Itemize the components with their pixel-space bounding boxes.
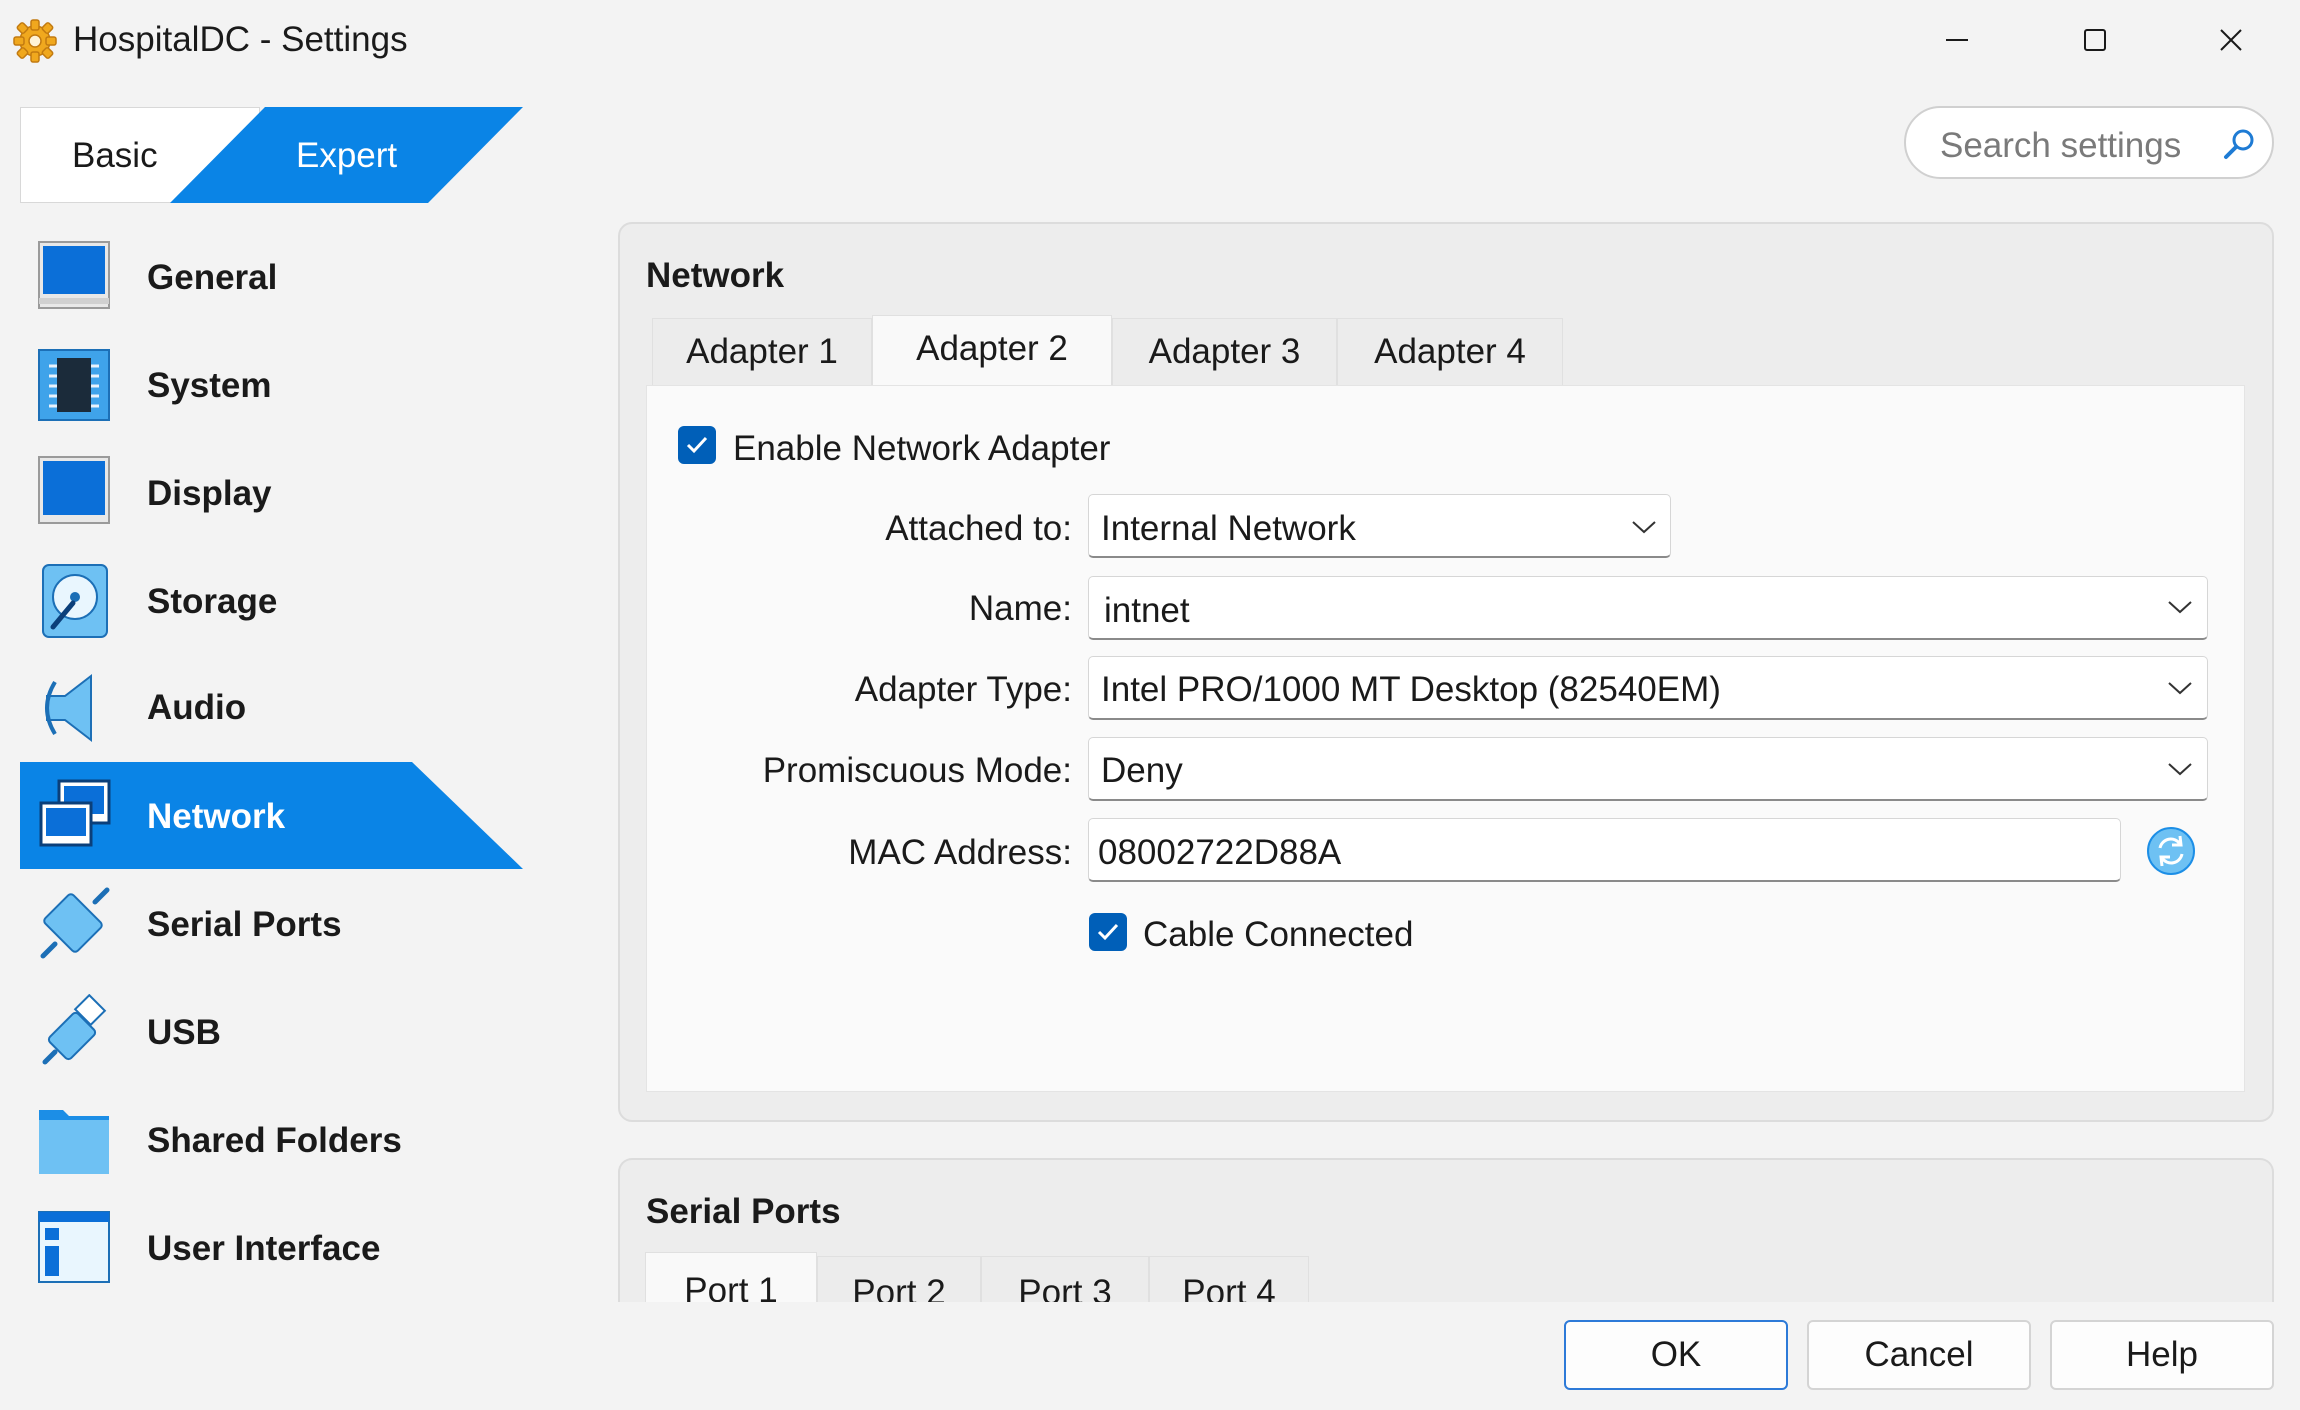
adapter-type-label: Adapter Type: xyxy=(854,670,1072,709)
sidebar-item-label: Storage xyxy=(147,582,278,621)
folder-icon xyxy=(39,1110,109,1174)
close-button[interactable] xyxy=(2162,0,2300,80)
display-icon xyxy=(38,456,110,524)
tab-adapter-2[interactable]: Adapter 2 xyxy=(872,315,1112,386)
minimize-icon xyxy=(1946,39,1968,41)
chevron-down-icon xyxy=(1632,521,1656,534)
help-button[interactable]: Help xyxy=(2050,1320,2274,1390)
chevron-down-icon xyxy=(2168,601,2192,614)
search-icon[interactable] xyxy=(2222,126,2258,162)
tab-adapter-3[interactable]: Adapter 3 xyxy=(1112,318,1337,386)
sidebar-item-label: Audio xyxy=(147,688,247,727)
cable-connected-label: Cable Connected xyxy=(1143,915,1414,954)
chevron-down-icon xyxy=(2168,763,2192,776)
sidebar-item-label: General xyxy=(147,258,278,297)
mac-address-label: MAC Address: xyxy=(848,833,1072,872)
window-icon xyxy=(38,1211,110,1283)
sidebar-item-label: Shared Folders xyxy=(147,1121,402,1160)
promiscuous-mode-value: Deny xyxy=(1101,751,1183,790)
cable-connected-checkbox[interactable] xyxy=(1089,913,1127,951)
checkmark-icon xyxy=(686,436,708,454)
tab-port-1[interactable]: Port 1 xyxy=(645,1252,817,1310)
close-icon xyxy=(2220,29,2242,51)
sidebar-item-label: USB xyxy=(147,1013,221,1052)
disk-icon xyxy=(42,564,108,638)
search-placeholder: Search settings xyxy=(1940,126,2182,165)
tab-port-3[interactable]: Port 3 xyxy=(981,1256,1149,1312)
cancel-button[interactable]: Cancel xyxy=(1807,1320,2031,1390)
tab-port-2[interactable]: Port 2 xyxy=(817,1256,981,1312)
tab-adapter-1[interactable]: Adapter 1 xyxy=(652,318,872,386)
name-label: Name: xyxy=(968,589,1072,628)
sidebar-item-label: Display xyxy=(147,474,272,513)
sidebar-item-label: Network xyxy=(147,797,286,836)
ok-button[interactable]: OK xyxy=(1564,1320,1788,1390)
basic-mode-label: Basic xyxy=(72,136,158,175)
monitor-icon xyxy=(38,241,110,309)
adapter-type-value: Intel PRO/1000 MT Desktop (82540EM) xyxy=(1101,670,1721,709)
maximize-button[interactable] xyxy=(2026,0,2164,80)
usb-icon xyxy=(42,994,107,1065)
promiscuous-mode-select[interactable] xyxy=(1088,737,2208,801)
name-combo[interactable] xyxy=(1088,576,2208,640)
serial-port-icon xyxy=(40,887,110,959)
tab-port-4[interactable]: Port 4 xyxy=(1149,1256,1309,1312)
speaker-icon xyxy=(45,673,92,743)
checkmark-icon xyxy=(1097,923,1119,941)
minimize-button[interactable] xyxy=(1888,0,2026,80)
chevron-down-icon xyxy=(2168,682,2192,695)
tab-adapter-4[interactable]: Adapter 4 xyxy=(1337,318,1563,386)
network-icon xyxy=(39,779,111,847)
expert-mode-label: Expert xyxy=(296,136,398,175)
name-value: intnet xyxy=(1104,591,1190,630)
sidebar-item-label: Serial Ports xyxy=(147,905,342,944)
chip-icon xyxy=(38,349,110,421)
enable-adapter-checkbox[interactable] xyxy=(678,426,716,464)
attached-to-value: Internal Network xyxy=(1101,509,1356,548)
mac-address-value: 08002722D88A xyxy=(1098,833,1342,872)
enable-adapter-label: Enable Network Adapter xyxy=(733,429,1111,468)
serial-ports-group-title: Serial Ports xyxy=(646,1192,841,1231)
sidebar-item-label: User Interface xyxy=(147,1229,381,1268)
attached-to-label: Attached to: xyxy=(885,509,1072,548)
maximize-icon xyxy=(2084,29,2106,51)
sidebar-item-label: System xyxy=(147,366,272,405)
network-group-title: Network xyxy=(646,256,785,295)
refresh-mac-icon[interactable] xyxy=(2146,826,2196,876)
window-title: HospitalDC - Settings xyxy=(73,20,408,59)
promiscuous-mode-label: Promiscuous Mode: xyxy=(762,751,1072,790)
settings-gear-icon xyxy=(13,19,57,63)
